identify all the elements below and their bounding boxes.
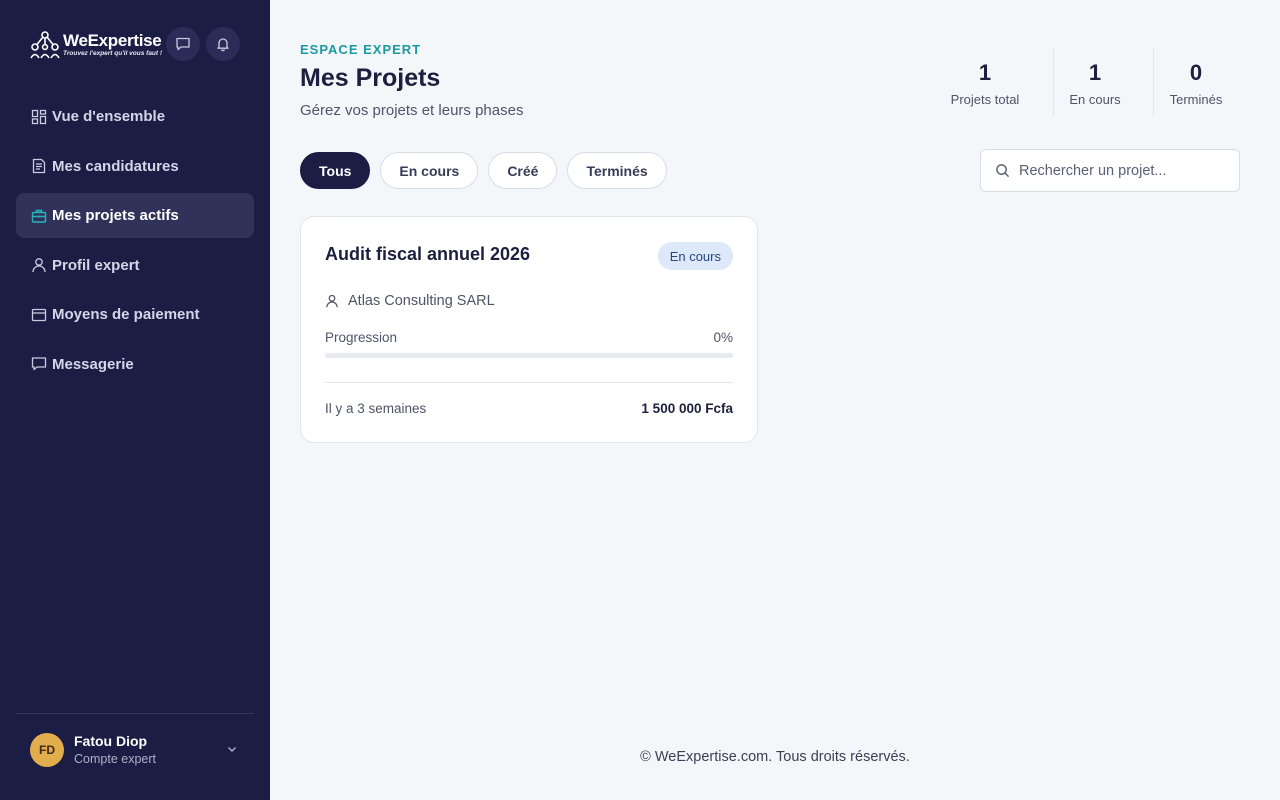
progress-label: Progression	[325, 330, 398, 345]
brand-tagline: Trouvez l'expert qu'il vous faut !	[63, 50, 163, 58]
sidebar-item-expert-profile[interactable]: Profil expert	[16, 243, 254, 288]
stat-value: 1	[1088, 60, 1102, 85]
user-name: Fatou Diop	[74, 733, 148, 749]
sidebar: WeExpertise Trouvez l'expert qu'il vous …	[0, 0, 270, 800]
sidebar-nav: Vue d'ensemble Mes candidatures Mes proj…	[16, 94, 254, 392]
dashboard-icon	[31, 109, 47, 125]
chat-icon	[176, 37, 190, 51]
document-icon	[31, 158, 47, 174]
sidebar-item-messaging[interactable]: Messagerie	[16, 342, 254, 387]
client-name: Atlas Consulting SARL	[348, 293, 495, 309]
project-title: Audit fiscal annuel 2026	[325, 244, 531, 264]
sidebar-item-payment-methods[interactable]: Moyens de paiement	[16, 292, 254, 337]
page-title: Mes Projets	[300, 64, 441, 92]
page-subtitle: Gérez vos projets et leurs phases	[300, 102, 524, 119]
sidebar-item-active-projects[interactable]: Mes projets actifs	[16, 193, 254, 239]
stat-value: 1	[978, 60, 992, 85]
stat-label: En cours	[1069, 92, 1121, 107]
progress-bar	[325, 353, 733, 358]
status-filter-tabs: Tous En cours Créé Terminés	[300, 152, 677, 189]
brand-logo[interactable]: WeExpertise Trouvez l'expert qu'il vous …	[30, 30, 162, 60]
card-divider	[325, 382, 733, 383]
filter-created[interactable]: Créé	[488, 152, 558, 189]
project-amount: 1 500 000 Fcfa	[641, 401, 733, 416]
project-client: Atlas Consulting SARL	[325, 293, 495, 309]
logo-icon	[30, 31, 60, 59]
user-menu[interactable]: FD Fatou Diop Compte expert	[16, 713, 254, 785]
stat-label: Projets total	[950, 92, 1020, 107]
briefcase-icon	[31, 208, 47, 224]
bell-icon	[217, 38, 229, 52]
user-icon	[31, 257, 47, 273]
status-badge: En cours	[657, 242, 733, 270]
sidebar-item-applications[interactable]: Mes candidatures	[16, 144, 254, 189]
project-card[interactable]: Audit fiscal annuel 2026 En cours Atlas …	[300, 216, 758, 443]
sidebar-item-label: Moyens de paiement	[52, 306, 200, 324]
sidebar-item-label: Mes candidatures	[52, 157, 179, 175]
user-icon	[326, 294, 338, 308]
avatar: FD	[30, 732, 64, 767]
filter-in-progress[interactable]: En cours	[380, 152, 479, 189]
sidebar-item-label: Profil expert	[52, 256, 140, 274]
sidebar-item-label: Vue d'ensemble	[52, 108, 166, 125]
credit-card-icon	[31, 307, 47, 323]
notifications-button[interactable]	[206, 27, 240, 61]
stat-total-projects: 1 Projets total	[938, 48, 1032, 116]
project-date: Il y a 3 semaines	[325, 401, 427, 416]
sidebar-item-label: Mes projets actifs	[52, 207, 179, 225]
footer-copyright: © WeExpertise.com. Tous droits réservés.	[640, 749, 910, 765]
section-eyebrow: ESPACE EXPERT	[300, 42, 422, 57]
message-icon	[31, 356, 47, 372]
stat-value: 0	[1189, 60, 1203, 85]
search-icon	[996, 164, 1010, 178]
progress-value: 0%	[713, 330, 733, 345]
user-role: Compte expert	[74, 752, 156, 766]
stat-completed: 0 Terminés	[1154, 48, 1238, 116]
stat-in-progress: 1 En cours	[1054, 48, 1136, 116]
messages-button[interactable]	[166, 27, 200, 61]
brand-name: WeExpertise	[63, 31, 162, 51]
filter-all[interactable]: Tous	[300, 152, 371, 189]
stat-label: Terminés	[1169, 92, 1223, 107]
filter-completed[interactable]: Terminés	[567, 152, 667, 189]
search-input[interactable]	[1019, 162, 1219, 179]
sidebar-item-overview[interactable]: Vue d'ensemble	[16, 94, 254, 139]
chevron-down-icon	[228, 747, 236, 752]
sidebar-item-label: Messagerie	[52, 355, 134, 373]
project-search[interactable]	[980, 149, 1240, 192]
